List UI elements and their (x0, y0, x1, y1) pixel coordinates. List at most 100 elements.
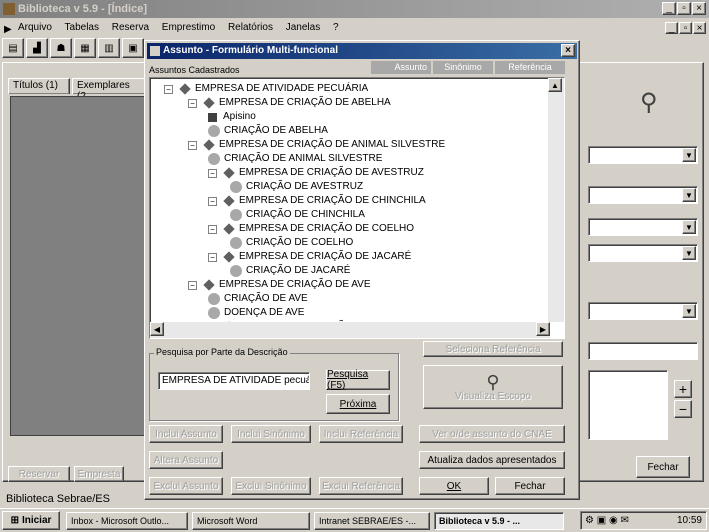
menu-tabelas[interactable]: Tabelas (65, 22, 99, 33)
add-button[interactable]: + (674, 380, 692, 398)
collapse-icon[interactable]: − (208, 196, 217, 206)
remove-button[interactable]: − (674, 400, 692, 418)
inclui-assunto-button[interactable]: Inclui Assunto (149, 425, 223, 443)
header-tab-sinonimo[interactable]: Sinônimo (433, 61, 493, 74)
menu-help[interactable]: ? (333, 22, 339, 33)
empresta-button[interactable]: Empresta (74, 466, 124, 482)
dialog-close-button[interactable]: × (561, 44, 575, 57)
menu-reserva[interactable]: Reserva (112, 22, 149, 33)
taskbar-item-biblioteca[interactable]: Biblioteca v 5.9 - ... (434, 512, 564, 530)
atualiza-dados-button[interactable]: Atualiza dados apresentados (419, 451, 565, 469)
system-tray: ⚙ ▣ ◉ ✉ 10:59 (580, 511, 707, 530)
menu-arquivo[interactable]: Arquivo (18, 22, 52, 33)
main-memo[interactable] (588, 370, 668, 440)
tree-node[interactable]: CRIAÇÃO DE ANIMAL SILVESTRE (208, 152, 382, 166)
ok-button[interactable]: OK (419, 477, 489, 495)
tree-node[interactable]: CRIAÇÃO DE AVE (208, 292, 308, 306)
inclui-referencia-button[interactable]: Inclui Referência (319, 425, 403, 443)
header-tab-assunto[interactable]: Assunto (371, 61, 431, 74)
main-field-1[interactable]: ▼ (588, 146, 698, 164)
tree-node[interactable]: − EMPRESA DE CRIAÇÃO DE COELHO (208, 222, 414, 236)
pesquisa-button[interactable]: Pesquisa (F5) (326, 369, 390, 391)
tree-node[interactable]: − EMPRESA DE CRIAÇÃO DE CHINCHILA (208, 194, 426, 208)
tree-node[interactable]: − EMPRESA DE ATIVIDADE PECUÁRIA (164, 82, 368, 96)
tree-node[interactable]: − EMPRESA DE CRIAÇÃO DE AVESTRUZ (208, 166, 424, 180)
reservar-button[interactable]: Reservar (8, 466, 70, 482)
section-label: Assuntos Cadastrados (149, 65, 240, 75)
main-field-3[interactable]: ▼ (588, 218, 698, 236)
tree-node[interactable]: Apisino (208, 110, 256, 124)
dropdown-arrow-icon[interactable]: ▼ (682, 148, 696, 162)
search-input[interactable]: EMPRESA DE ATIVIDADE pecuá (158, 372, 310, 390)
proxima-button[interactable]: Próxima (326, 394, 390, 414)
minimize-button[interactable]: _ (662, 2, 676, 15)
exclui-assunto-button[interactable]: Exclui Assunto (149, 477, 223, 495)
dialog-fechar-button[interactable]: Fechar (495, 477, 565, 495)
start-button[interactable]: ⊞ Iniciar (2, 511, 60, 530)
tab-exemplares[interactable]: Exemplares (2 (72, 78, 146, 102)
toolbar-window-icon[interactable]: ▣ (122, 38, 144, 58)
cnae-button[interactable]: Ver o/de assunto do CNAE (419, 425, 565, 443)
dropdown-arrow-icon[interactable]: ▼ (682, 220, 696, 234)
mdi-close-button[interactable]: × (693, 22, 706, 34)
magnifier-icon[interactable]: ⚲ (640, 88, 674, 122)
collapse-icon[interactable]: − (208, 168, 217, 178)
toolbar-grid-icon[interactable]: ▦ (74, 38, 96, 58)
tab-titulos[interactable]: Títulos (1) (8, 78, 70, 94)
collapse-icon[interactable]: − (208, 252, 217, 262)
menu-janelas[interactable]: Janelas (286, 22, 320, 33)
toolbar-people-icon[interactable]: ☗ (50, 38, 72, 58)
main-field-5[interactable]: ▼ (588, 302, 698, 320)
mdi-minimize-button[interactable]: _ (665, 22, 678, 34)
leaf-icon (208, 125, 220, 137)
tree-vscroll[interactable]: ▲ (548, 78, 564, 322)
visualiza-escopo-button[interactable]: ⚲ Visualiza Escopo (423, 365, 563, 409)
menu-relatorios[interactable]: Relatórios (228, 22, 273, 33)
collapse-icon[interactable]: − (188, 98, 197, 108)
tree-node[interactable]: − EMPRESA DE CRIAÇÃO DE AVE (188, 278, 371, 292)
dropdown-arrow-icon[interactable]: ▼ (682, 246, 696, 260)
tree-hscroll[interactable]: ◀ ▶ (150, 322, 550, 338)
close-button[interactable]: × (692, 2, 706, 15)
toolbar-chart-icon[interactable]: ▟ (26, 38, 48, 58)
header-tab-referencia[interactable]: Referência (495, 61, 565, 74)
scroll-left-icon[interactable]: ◀ (150, 322, 164, 336)
seleciona-referencia-button[interactable]: Seleciona Referência (423, 341, 563, 357)
scroll-up-icon[interactable]: ▲ (548, 78, 562, 92)
taskbar-item-intranet[interactable]: Intranet SEBRAE/ES -... (314, 512, 430, 530)
tree-node[interactable]: CRIAÇÃO DE AVESTRUZ (230, 180, 363, 194)
tree-node[interactable]: CRIAÇÃO DE CHINCHILA (230, 208, 365, 222)
main-field-2[interactable]: ▼ (588, 186, 698, 204)
collapse-icon[interactable]: − (188, 280, 197, 290)
taskbar-item-outlook[interactable]: Inbox - Microsoft Outlo... (66, 512, 188, 530)
toolbar-books-icon[interactable]: ▥ (98, 38, 120, 58)
tree-node[interactable]: − EMPRESA DE CRIAÇÃO DE ABELHA (188, 96, 391, 110)
tree-node[interactable]: CRIAÇÃO DE JACARÉ (230, 264, 350, 278)
collapse-icon[interactable]: − (188, 140, 197, 150)
tree-node[interactable]: DOENÇA DE AVE (208, 306, 304, 320)
results-grid[interactable] (10, 96, 148, 436)
subject-tree[interactable]: − EMPRESA DE ATIVIDADE PECUÁRIA − EMPRESA D… (149, 77, 565, 339)
main-fechar-button[interactable]: Fechar (636, 456, 690, 478)
main-field-6[interactable] (588, 342, 698, 360)
collapse-icon[interactable]: − (208, 224, 217, 234)
inclui-sinonimo-button[interactable]: Inclui Sinônimo (231, 425, 311, 443)
altera-assunto-button[interactable]: Altera Assunto (149, 451, 223, 469)
dropdown-arrow-icon[interactable]: ▼ (682, 188, 696, 202)
toolbar-book-icon[interactable]: ▤ (2, 38, 24, 58)
tree-node[interactable]: CRIAÇÃO DE COELHO (230, 236, 353, 250)
restore-button[interactable]: ▫ (677, 2, 691, 15)
exclui-sinonimo-button[interactable]: Exclui Sinônimo (231, 477, 311, 495)
tree-node[interactable]: CRIAÇÃO DE ABELHA (208, 124, 328, 138)
main-field-4[interactable]: ▼ (588, 244, 698, 262)
scroll-right-icon[interactable]: ▶ (536, 322, 550, 336)
exclui-referencia-button[interactable]: Exclui Referência (319, 477, 403, 495)
tray-icons[interactable]: ⚙ ▣ ◉ ✉ (585, 515, 629, 526)
tree-node[interactable]: − EMPRESA DE CRIAÇÃO DE JACARÉ (208, 250, 411, 264)
tree-node[interactable]: − EMPRESA DE CRIAÇÃO DE ANIMAL SILVESTRE (188, 138, 445, 152)
taskbar-item-word[interactable]: Microsoft Word (192, 512, 310, 530)
collapse-icon[interactable]: − (164, 84, 173, 94)
menu-emprestimo[interactable]: Emprestimo (162, 22, 215, 33)
dropdown-arrow-icon[interactable]: ▼ (682, 304, 696, 318)
mdi-restore-button[interactable]: ▫ (679, 22, 692, 34)
